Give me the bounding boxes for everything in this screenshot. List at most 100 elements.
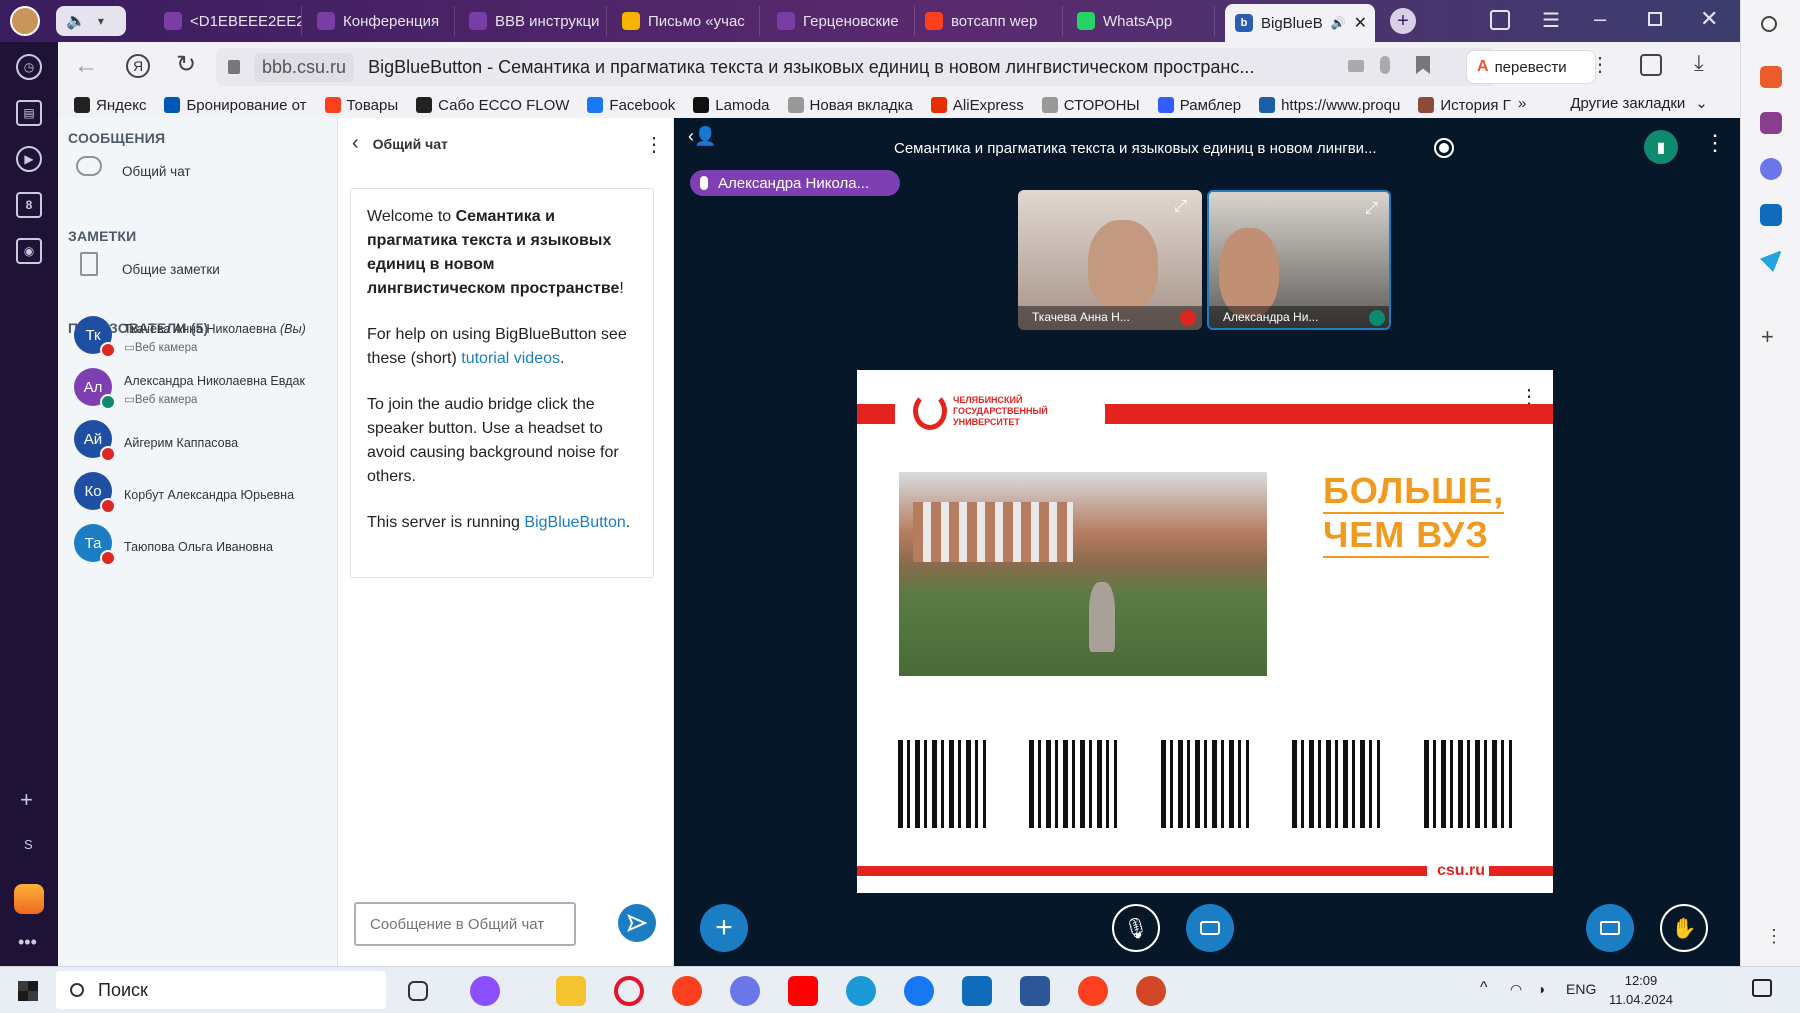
actions-button[interactable]: + [700, 904, 748, 952]
bigbluebutton-link[interactable]: BigBlueButton [524, 514, 625, 531]
add-icon[interactable]: + [20, 787, 33, 813]
reload-icon[interactable]: ↻ [176, 50, 196, 79]
minimize-icon[interactable]: – [1594, 6, 1606, 32]
tab-6[interactable]: вотсапп wep [915, 6, 1063, 36]
bookmark-3[interactable]: Товары [324, 97, 398, 114]
copilot-app-icon[interactable] [1760, 158, 1782, 180]
outlook-app-icon[interactable] [1760, 204, 1782, 226]
toggle-userlist-icon[interactable]: ‹👤 [688, 126, 716, 147]
tray-chevron-icon[interactable]: ^ [1480, 979, 1488, 997]
options-menu-icon[interactable]: ⋮ [1704, 130, 1726, 156]
collections-icon[interactable]: ▤ [16, 100, 42, 126]
chat-message-input[interactable] [354, 902, 576, 946]
user-list-item[interactable]: Тк Ткачева Анна Николаевна (Вы) ▭Веб камер… [74, 308, 334, 358]
file-explorer-icon[interactable] [556, 976, 586, 1006]
raise-hand-button[interactable]: ✋ [1660, 904, 1708, 952]
more-dots-icon[interactable]: ••• [18, 932, 37, 953]
bookmark-12[interactable]: История Г [1418, 97, 1511, 114]
bookmark-11[interactable]: https://www.proqu [1259, 97, 1400, 114]
audio-tab-button[interactable]: 🔈 ▾ [56, 6, 126, 36]
tab-3[interactable]: BBB инструкци [459, 6, 607, 36]
bookmarks-more[interactable]: » Другие закладки ⌄ [1518, 94, 1728, 113]
tab-1[interactable]: <D1EBEEE2EE2 [154, 6, 302, 36]
market-app-icon[interactable] [1760, 66, 1782, 88]
windows-start-icon[interactable] [18, 981, 38, 1001]
shared-notes-item[interactable]: Общие заметки [72, 244, 322, 284]
bookmark-9[interactable]: СТОРОНЫ [1041, 97, 1140, 114]
webcam-tile-2[interactable]: ⤢ Александра Ни... [1207, 190, 1391, 330]
connection-status-button[interactable]: ▮ [1644, 130, 1678, 164]
translate-button[interactable]: A перевести [1466, 50, 1596, 84]
clock[interactable]: 12:09 11.04.2024 [1606, 971, 1676, 1009]
user-list-item[interactable]: Та Таюпова Ольга Ивановна [74, 516, 334, 566]
tab-active-bigbluebutton[interactable]: b BigBlueB 🔊 ✕ [1225, 4, 1375, 42]
chat-header[interactable]: ‹ Общий чат [352, 132, 448, 155]
yandex-button-icon[interactable]: Я [126, 54, 150, 78]
user-list-item[interactable]: Ал Александра Николаевна Евдак ▭Веб камер… [74, 360, 334, 410]
restore-icon[interactable] [1648, 12, 1662, 26]
tab-2[interactable]: Конференция [307, 6, 455, 36]
mail-app-icon[interactable] [14, 884, 44, 914]
word-icon[interactable] [1020, 976, 1050, 1006]
unmute-button[interactable]: 🎙 [1112, 904, 1160, 952]
profile-avatar[interactable] [10, 6, 40, 36]
bookmark-6[interactable]: Lamoda [693, 97, 770, 114]
chat-options-icon[interactable]: ⋮ [644, 132, 664, 157]
recording-indicator-icon[interactable] [1434, 138, 1454, 158]
add-icon[interactable]: + [1761, 324, 1774, 350]
wifi-icon[interactable]: ◠ [1510, 981, 1522, 998]
tab-4[interactable]: Письмо «учас [612, 6, 760, 36]
download-icon[interactable]: ⤓ [1694, 50, 1704, 76]
microphone-permission-icon[interactable] [1380, 56, 1390, 74]
tab-7[interactable]: WhatsApp [1067, 6, 1215, 36]
tutorial-videos-link[interactable]: tutorial videos [461, 350, 560, 367]
opera-icon[interactable] [614, 976, 644, 1006]
copilot-icon[interactable] [730, 976, 760, 1006]
webcam-tile-1[interactable]: ⤢ Ткачева Анна Н... [1018, 190, 1202, 330]
close-window-icon[interactable]: ✕ [1700, 6, 1718, 32]
history-icon[interactable]: ◷ [16, 54, 42, 80]
bookmark-7[interactable]: Новая вкладка [787, 97, 913, 114]
user-list-item[interactable]: Ай Айгерим Каппасова [74, 412, 334, 462]
facebook-icon[interactable] [904, 976, 934, 1006]
youtube-icon[interactable] [788, 976, 818, 1006]
chess-app-icon[interactable] [1760, 112, 1782, 134]
camera-permission-icon[interactable] [1348, 60, 1364, 72]
expand-icon[interactable]: ⤢ [1365, 200, 1378, 218]
screenshot-icon[interactable]: ◉ [16, 238, 42, 264]
public-chat-item[interactable]: Общий чат [72, 148, 322, 188]
presentation-button[interactable] [1586, 904, 1634, 952]
mail-icon[interactable] [962, 976, 992, 1006]
yandex-browser-icon[interactable] [1078, 976, 1108, 1006]
play-icon[interactable]: ▶ [16, 146, 42, 172]
bookmark-5[interactable]: Facebook [587, 97, 675, 114]
menu-icon[interactable]: ☰ [1542, 8, 1560, 33]
collections-icon[interactable] [1640, 54, 1662, 76]
language-indicator[interactable]: ENG [1566, 981, 1596, 997]
volume-icon[interactable]: ◗ [1538, 981, 1546, 997]
back-icon[interactable]: ← [74, 52, 98, 80]
send-button[interactable] [618, 904, 656, 942]
bookmark-10[interactable]: Рамблер [1157, 97, 1241, 114]
sidebar-letter[interactable]: S [24, 837, 33, 852]
edge-icon[interactable] [846, 976, 876, 1006]
yandex-icon[interactable] [672, 976, 702, 1006]
taskbar-search[interactable]: Поиск [56, 971, 386, 1009]
bookmark-4[interactable]: Сабо ECCO FLOW [416, 97, 569, 114]
bookmark-2[interactable]: Бронирование от [164, 97, 307, 114]
tabs-overview-icon[interactable] [1490, 10, 1510, 30]
search-icon[interactable] [1761, 16, 1777, 32]
powerpoint-icon[interactable] [1136, 976, 1166, 1006]
alice-icon[interactable] [470, 976, 500, 1006]
more-icon[interactable]: ⋮ [1590, 52, 1610, 77]
address-field[interactable]: bbb.csu.ru BigBlueButton - Семантика и п… [216, 48, 1496, 86]
close-icon[interactable]: ✕ [1354, 13, 1367, 33]
bookmark-1[interactable]: Яндекс [74, 97, 146, 114]
tab-5[interactable]: Герценовские [767, 6, 915, 36]
more-icon[interactable]: ⋮ [1765, 926, 1783, 947]
expand-icon[interactable]: ⤢ [1174, 198, 1187, 216]
task-view-icon[interactable] [408, 981, 428, 1001]
send-app-icon[interactable] [1760, 250, 1782, 272]
notifications-icon[interactable] [1752, 979, 1772, 997]
user-list-item[interactable]: Ко Корбут Александра Юрьевна [74, 464, 334, 514]
